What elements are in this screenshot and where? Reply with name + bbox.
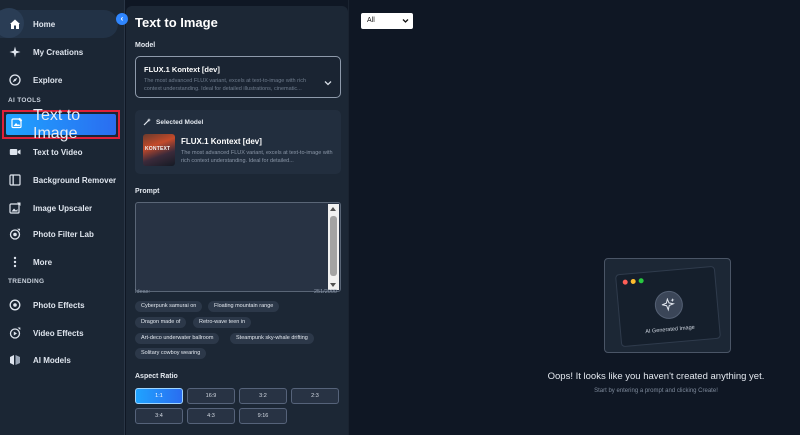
chevron-down-icon xyxy=(324,73,332,91)
model-thumbnail-text: KONTEXT xyxy=(145,146,171,152)
sidebar-item-label: Image Upscaler xyxy=(33,203,93,213)
illustration-window: AI Generated Image xyxy=(615,265,721,348)
prompt-input[interactable] xyxy=(135,202,341,292)
sidebar-item-photo-effects[interactable]: Photo Effects xyxy=(0,291,125,319)
sidebar-item-label: Text to Video xyxy=(33,147,83,157)
sidebar-item-image-upscaler[interactable]: Image Upscaler xyxy=(0,194,125,222)
sidebar-item-video-effects[interactable]: Video Effects xyxy=(0,319,125,347)
image-edit-icon xyxy=(11,116,23,134)
model-thumbnail: KONTEXT xyxy=(143,134,175,166)
section-label-trending: TRENDING xyxy=(8,278,45,285)
aspect-ratio-4-3[interactable]: 4:3 xyxy=(187,408,235,424)
sidebar: Home ‹ My Creations Explore AI TOOLS Tex… xyxy=(0,0,128,435)
scroll-up-arrow-icon[interactable] xyxy=(330,207,336,211)
filter-icon xyxy=(8,227,22,241)
idea-chip[interactable]: Floating mountain range xyxy=(208,301,280,312)
page-title: Text to Image xyxy=(135,15,218,30)
idea-chip[interactable]: Retro-wave teen in xyxy=(193,317,252,328)
compass-icon xyxy=(8,73,22,87)
aspect-ratio-9-16[interactable]: 9:16 xyxy=(239,408,287,424)
sidebar-item-explore[interactable]: Explore xyxy=(0,66,125,94)
char-count: 251/2000 xyxy=(314,289,337,295)
frame-icon xyxy=(8,173,22,187)
selected-model-header: Selected Model xyxy=(143,118,203,126)
empty-state-illustration: AI Generated Image xyxy=(604,258,731,353)
sidebar-item-label: Photo Effects xyxy=(33,300,85,310)
sidebar-item-home[interactable]: Home xyxy=(0,8,125,38)
scrollbar-thumb[interactable] xyxy=(330,216,337,276)
ai-models-icon xyxy=(8,353,22,367)
filter-select[interactable]: All xyxy=(361,13,413,29)
sidebar-item-label: Home xyxy=(33,19,56,29)
generator-panel: Text to Image Model FLUX.1 Kontext [dev]… xyxy=(126,6,348,435)
empty-state-title: Oops! It looks like you haven't created … xyxy=(547,371,765,382)
model-label: Model xyxy=(135,42,156,49)
model-select-name: FLUX.1 Kontext [dev] xyxy=(144,65,220,74)
collapse-sidebar-button[interactable]: ‹ xyxy=(116,13,128,25)
prompt-label: Prompt xyxy=(135,188,160,195)
idea-chip[interactable]: Dragon made of xyxy=(135,317,187,328)
selected-model-card: Selected Model KONTEXT FLUX.1 Kontext [d… xyxy=(135,110,341,174)
sidebar-item-label: Explore xyxy=(33,75,63,85)
sidebar-item-label: More xyxy=(33,257,53,267)
sidebar-item-ai-models[interactable]: AI Models xyxy=(0,346,125,374)
aspect-ratio-3-4[interactable]: 3:4 xyxy=(135,408,183,424)
model-select[interactable]: FLUX.1 Kontext [dev] The most advanced F… xyxy=(135,56,341,98)
filter-select-value: All xyxy=(367,17,375,24)
sidebar-item-label: My Creations xyxy=(33,47,84,57)
window-dot-yellow xyxy=(630,278,636,285)
idea-chip[interactable]: Steampunk sky-whale drifting xyxy=(230,333,314,344)
selected-model-header-label: Selected Model xyxy=(156,118,204,126)
scroll-down-arrow-icon[interactable] xyxy=(330,283,336,287)
sidebar-item-my-creations[interactable]: My Creations xyxy=(0,38,125,66)
chevron-down-icon xyxy=(402,13,409,36)
ai-generated-image-label: AI Generated Image xyxy=(645,324,695,336)
sidebar-item-text-to-video[interactable]: Text to Video xyxy=(0,138,125,166)
window-dot-green xyxy=(638,278,644,284)
aspect-ratio-16-9[interactable]: 16:9 xyxy=(187,388,235,404)
ai-sparkle-icon xyxy=(653,289,685,321)
effects-icon xyxy=(8,298,22,312)
aspect-ratio-1-1[interactable]: 1:1 xyxy=(135,388,183,404)
sidebar-item-text-to-image[interactable]: Text to Image xyxy=(6,107,116,142)
home-icon xyxy=(8,17,22,31)
idea-chip[interactable]: Art-deco underwater ballroom xyxy=(135,333,220,344)
sidebar-item-label: Background Remover xyxy=(33,175,117,185)
prompt-scrollbar[interactable] xyxy=(328,204,339,290)
sidebar-item-label: Video Effects xyxy=(33,328,84,338)
sidebar-item-background-remover[interactable]: Background Remover xyxy=(0,166,125,194)
sparkle-icon xyxy=(8,45,22,59)
aspect-ratio-2-3[interactable]: 2:3 xyxy=(291,388,339,404)
sidebar-item-photo-filter-lab[interactable]: Photo Filter Lab xyxy=(0,220,125,248)
sidebar-item-label: AI Models xyxy=(33,355,71,365)
highlight-frame: Text to Image xyxy=(2,107,120,142)
model-select-description: The most advanced FLUX variant, excels a… xyxy=(144,78,307,92)
aspect-ratio-label: Aspect Ratio xyxy=(135,373,178,380)
video-icon xyxy=(8,145,22,159)
empty-state-subtitle: Start by entering a prompt and clicking … xyxy=(594,388,718,394)
video-effects-icon xyxy=(8,326,22,340)
sidebar-item-label: Photo Filter Lab xyxy=(33,229,94,239)
section-label-ai-tools: AI TOOLS xyxy=(8,97,41,104)
panel-divider xyxy=(348,0,349,435)
prompt-textarea[interactable] xyxy=(136,203,328,291)
magic-wand-icon xyxy=(143,118,151,126)
selected-model-description: The most advanced FLUX variant, excels a… xyxy=(181,150,333,164)
upscale-icon xyxy=(8,201,22,215)
ideas-label: Ideas: xyxy=(135,289,150,295)
window-dots xyxy=(622,278,647,285)
window-dot-red xyxy=(622,279,628,285)
aspect-ratio-3-2[interactable]: 3:2 xyxy=(239,388,287,404)
more-icon xyxy=(8,255,22,269)
selected-model-name: FLUX.1 Kontext [dev] xyxy=(181,137,262,146)
idea-chip[interactable]: Solitary cowboy wearing xyxy=(135,348,207,359)
idea-chip[interactable]: Cyberpunk samurai on xyxy=(135,301,203,312)
sidebar-item-more[interactable]: More xyxy=(0,248,125,276)
